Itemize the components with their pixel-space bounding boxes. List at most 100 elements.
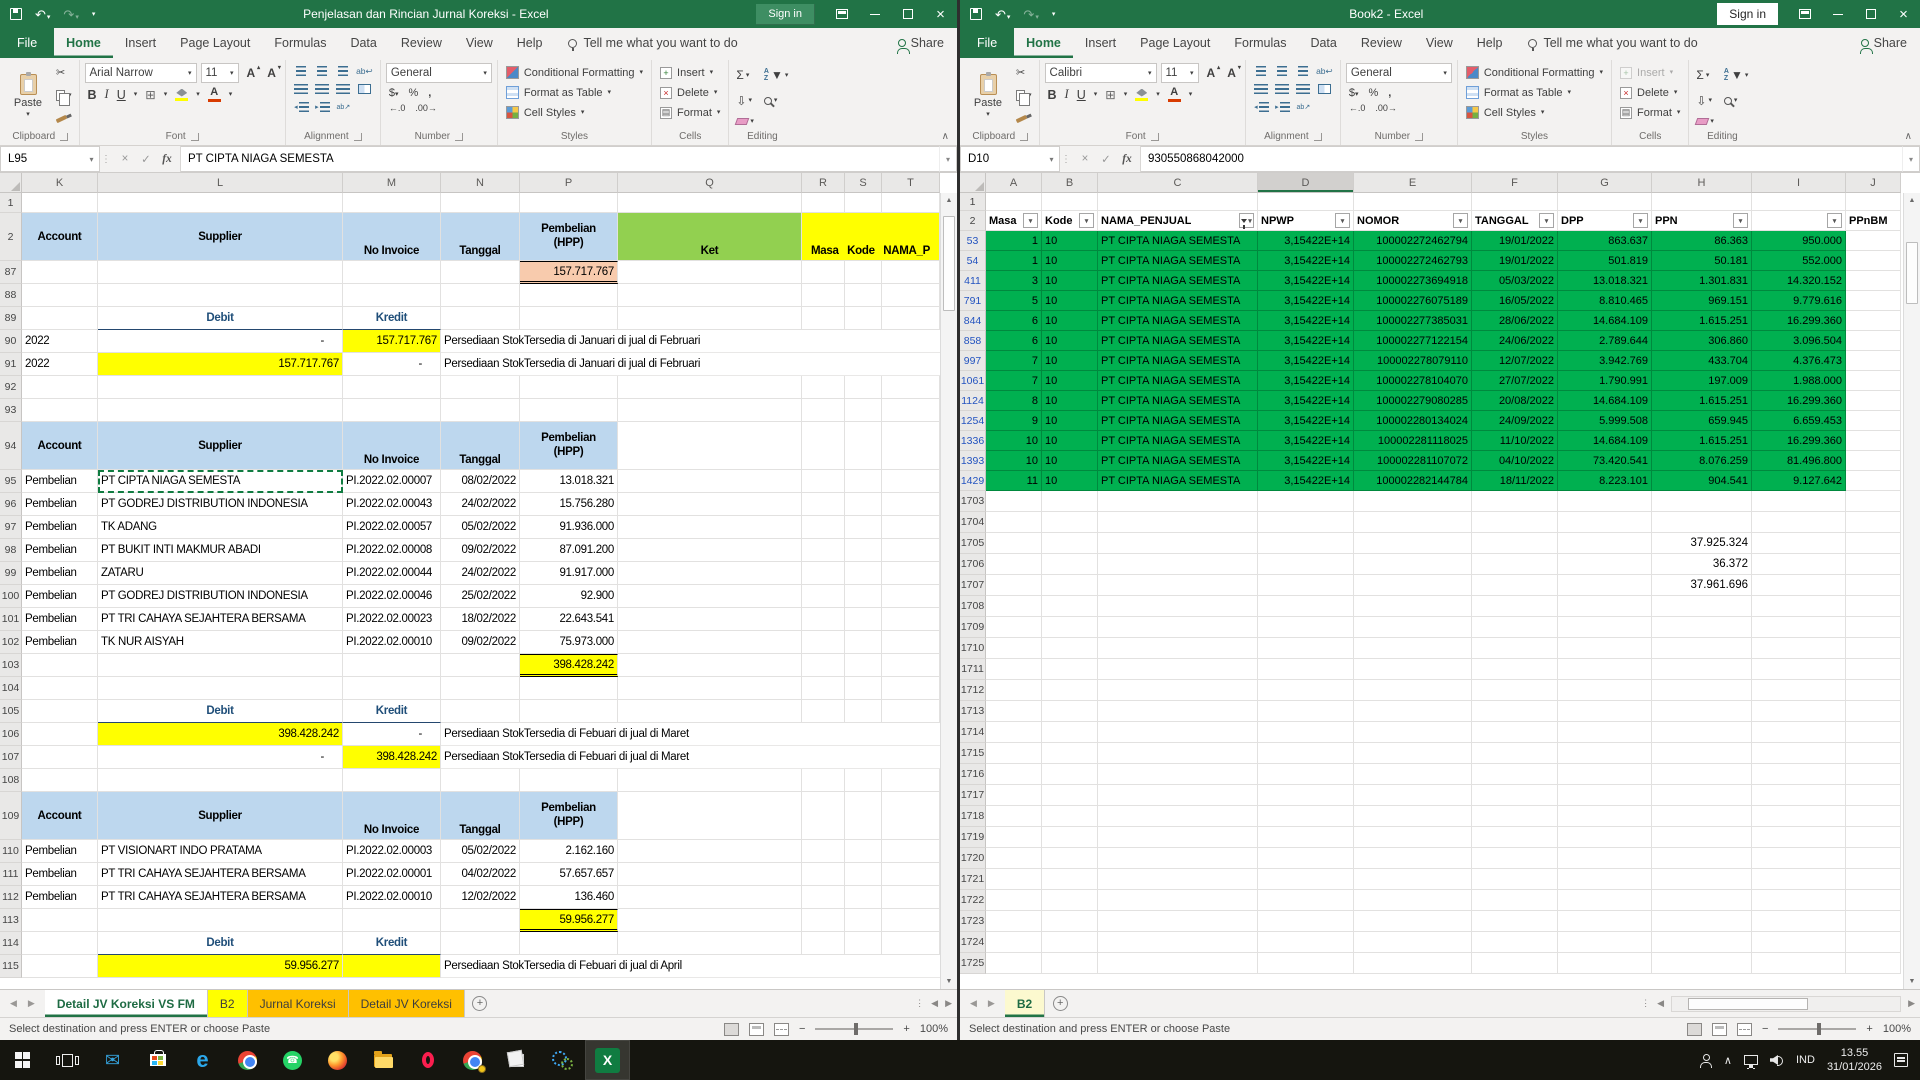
tab-view[interactable]: View <box>454 28 505 58</box>
cell-J858[interactable] <box>1846 331 1901 351</box>
cell-M93[interactable] <box>343 399 441 422</box>
zoom-in-button[interactable]: + <box>903 1023 909 1035</box>
cell-H791[interactable]: 969.151 <box>1652 291 1752 311</box>
cell-M115[interactable] <box>343 955 441 978</box>
cell-K1[interactable] <box>22 193 98 213</box>
column-header-K[interactable]: K <box>22 173 98 193</box>
cell-R114[interactable] <box>802 932 845 955</box>
cell-J1708[interactable] <box>1846 596 1901 617</box>
cell-H1706[interactable]: 36.372 <box>1652 554 1752 575</box>
row-header-858[interactable]: 858 <box>960 331 986 351</box>
cell-N89[interactable] <box>441 307 520 330</box>
taskbar-chrome-button[interactable] <box>225 1040 270 1080</box>
cell-T104[interactable] <box>882 677 940 700</box>
cell-N113[interactable] <box>441 909 520 932</box>
cell-I1708[interactable] <box>1752 596 1846 617</box>
align-icon[interactable] <box>315 84 329 94</box>
cell-M89[interactable]: Kredit <box>343 307 441 330</box>
cell-B54[interactable]: 10 <box>1042 251 1098 271</box>
cell-K93[interactable] <box>22 399 98 422</box>
cell-T99[interactable] <box>882 562 940 585</box>
cell-M109[interactable]: No Invoice <box>343 792 441 840</box>
number-format-combo[interactable]: General▾ <box>386 63 492 83</box>
row-header-1713[interactable]: 1713 <box>960 701 986 722</box>
column-header-D[interactable]: D <box>1258 173 1354 193</box>
formula-input[interactable]: PT CIPTA NIAGA SEMESTA <box>181 146 939 172</box>
cell-D1712[interactable] <box>1258 680 1354 701</box>
row-header-1705[interactable]: 1705 <box>960 533 986 554</box>
cell-G1709[interactable] <box>1558 617 1652 638</box>
column-header-R[interactable]: R <box>802 173 845 193</box>
cell-F1[interactable] <box>1472 193 1558 211</box>
conditional-formatting-button[interactable]: Conditional Formatting▾ <box>503 63 646 82</box>
cell-M94[interactable]: No Invoice <box>343 422 441 470</box>
cell-G1720[interactable] <box>1558 848 1652 869</box>
cell-D1254[interactable]: 3,15422E+14 <box>1258 411 1354 431</box>
increase-indent-button[interactable]: ▸ <box>315 102 330 112</box>
cell-K101[interactable]: Pembelian <box>22 608 98 631</box>
cell-A791[interactable]: 5 <box>986 291 1042 311</box>
column-header-H[interactable]: H <box>1652 173 1752 193</box>
cell-N87[interactable] <box>441 261 520 284</box>
cell-P101[interactable]: 22.643.541 <box>520 608 618 631</box>
cell-S94[interactable] <box>845 422 882 470</box>
cell-H1720[interactable] <box>1652 848 1752 869</box>
cell-E1393[interactable]: 100002281107072 <box>1354 451 1472 471</box>
cell-I1723[interactable] <box>1752 911 1846 932</box>
cell-B1393[interactable]: 10 <box>1042 451 1098 471</box>
volume-icon[interactable] <box>1770 1054 1784 1066</box>
filter-button-F[interactable]: ▾ <box>1539 213 1554 228</box>
cell-N110[interactable]: 05/02/2022 <box>441 840 520 863</box>
cell-T114[interactable] <box>882 932 940 955</box>
tab-insert[interactable]: Insert <box>1073 28 1128 58</box>
cell-L90[interactable]: - <box>98 330 343 353</box>
cell-B997[interactable]: 10 <box>1042 351 1098 371</box>
zoom-slider-thumb[interactable] <box>854 1023 858 1035</box>
cell-E1703[interactable] <box>1354 491 1472 512</box>
cell-T97[interactable] <box>882 516 940 539</box>
cell-K112[interactable]: Pembelian <box>22 886 98 909</box>
taskbar-start-button[interactable] <box>0 1040 45 1080</box>
cell-J1719[interactable] <box>1846 827 1901 848</box>
grow-font-button[interactable]: A <box>243 66 260 80</box>
cell-F1708[interactable] <box>1472 596 1558 617</box>
cell-F1703[interactable] <box>1472 491 1558 512</box>
cell-A1719[interactable] <box>986 827 1042 848</box>
cell-M112[interactable]: PI.2022.02.00010 <box>343 886 441 909</box>
cell-K87[interactable] <box>22 261 98 284</box>
cell-Q113[interactable] <box>618 909 802 932</box>
zoom-slider[interactable] <box>1778 1028 1856 1030</box>
cell-H1714[interactable] <box>1652 722 1752 743</box>
cell-B1723[interactable] <box>1042 911 1098 932</box>
cell-M99[interactable]: PI.2022.02.00044 <box>343 562 441 585</box>
row-header-111[interactable]: 111 <box>0 863 22 886</box>
column-header-N[interactable]: N <box>441 173 520 193</box>
vertical-scrollbar[interactable]: ▲ ▼ <box>1903 193 1920 989</box>
cell-F1709[interactable] <box>1472 617 1558 638</box>
cell-E1[interactable] <box>1354 193 1472 211</box>
column-header-P[interactable]: P <box>520 173 618 193</box>
cell-E411[interactable]: 100002273694918 <box>1354 271 1472 291</box>
cell-M106[interactable]: - <box>343 723 441 746</box>
cell-A1706[interactable] <box>986 554 1042 575</box>
cell-A1718[interactable] <box>986 806 1042 827</box>
row-header-1723[interactable]: 1723 <box>960 911 986 932</box>
cell-B1716[interactable] <box>1042 764 1098 785</box>
cell-L97[interactable]: TK ADANG <box>98 516 343 539</box>
cell-S1[interactable] <box>845 193 882 213</box>
cell-F1254[interactable]: 24/09/2022 <box>1472 411 1558 431</box>
cell-B844[interactable]: 10 <box>1042 311 1098 331</box>
cell-H1724[interactable] <box>1652 932 1752 953</box>
cell-P104[interactable] <box>520 677 618 700</box>
cell-D1708[interactable] <box>1258 596 1354 617</box>
cell-A1710[interactable] <box>986 638 1042 659</box>
cell-A1061[interactable]: 7 <box>986 371 1042 391</box>
cell-N95[interactable]: 08/02/2022 <box>441 470 520 493</box>
cell-R95[interactable] <box>802 470 845 493</box>
cell-B1706[interactable] <box>1042 554 1098 575</box>
cell-E1254[interactable]: 100002280134024 <box>1354 411 1472 431</box>
row-header-1429[interactable]: 1429 <box>960 471 986 491</box>
cell-D1711[interactable] <box>1258 659 1354 680</box>
cell-G1716[interactable] <box>1558 764 1652 785</box>
cell-I1124[interactable]: 16.299.360 <box>1752 391 1846 411</box>
